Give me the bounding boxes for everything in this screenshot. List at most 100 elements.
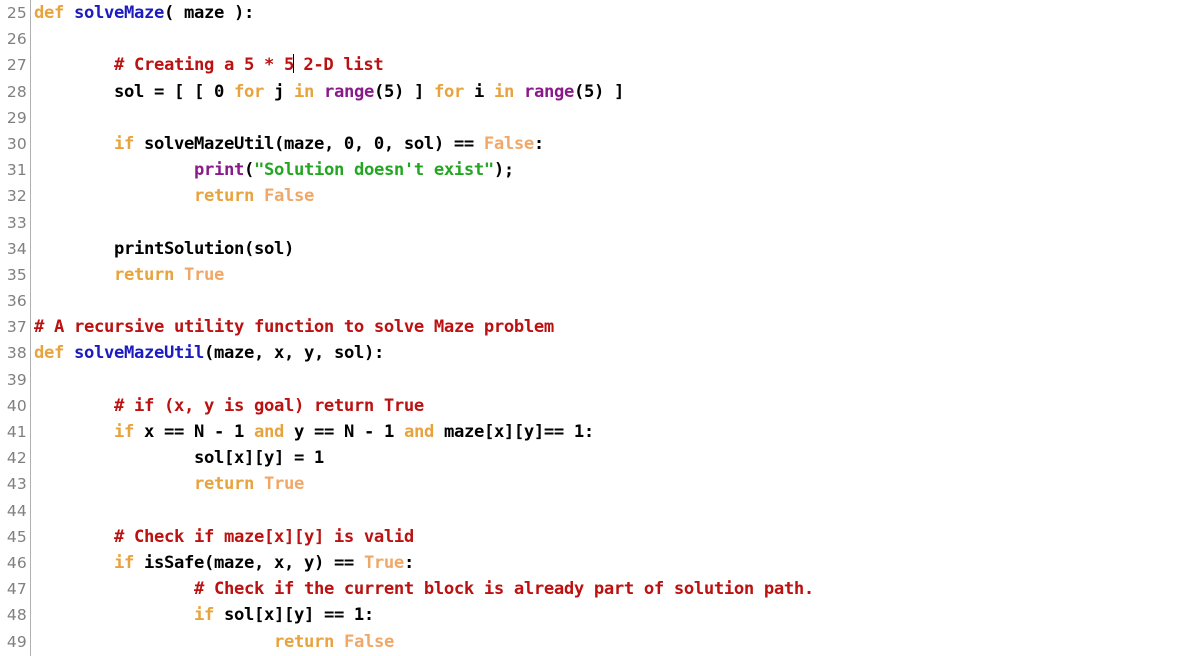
code-line[interactable]: if sol[x][y] == 1: (34, 602, 1200, 628)
line-number: 32 (6, 187, 27, 206)
code-line[interactable]: return True (34, 471, 1200, 497)
code-token-keyword: in (293, 81, 314, 102)
code-token-keyword: and (403, 422, 434, 442)
code-line[interactable]: # Check if maze[x][y] is valid (34, 524, 1200, 550)
code-token-builtin: range (323, 81, 374, 102)
line-number: 41 (6, 423, 27, 441)
code-token-plain: ( maze ): (163, 3, 254, 23)
code-line[interactable]: if isSafe(maze, x, y) == True: (34, 550, 1200, 576)
line-number: 36 (6, 292, 27, 311)
code-line[interactable]: print("Solution doesn't exist"); (34, 157, 1200, 183)
code-line[interactable]: # Check if the current block is already … (34, 576, 1200, 602)
code-line[interactable]: # if (x, y is goal) return True (34, 393, 1200, 419)
code-token-builtin: print (193, 160, 244, 181)
code-token-comment: # if (x, y is goal) return True (113, 395, 424, 416)
code-token-keyword: if (113, 552, 134, 573)
line-number-gutter: 25 26 27 28 29 30 31 32 33 34 35 36 37 38 39 40 41 42 43 44… (0, 0, 31, 656)
code-line[interactable]: if solveMazeUtil(maze, 0, 0, sol) == Fal… (34, 131, 1200, 157)
line-number: 45 (6, 527, 27, 546)
code-token-keyword: if (113, 133, 134, 154)
code-token-comment: 2-D list (293, 55, 384, 76)
line-number: 39 (6, 370, 27, 389)
code-line[interactable] (34, 498, 1200, 524)
line-number: 26 (6, 30, 27, 49)
code-line[interactable]: if x == N - 1 and y == N - 1 and maze[x]… (34, 419, 1200, 445)
code-line[interactable] (34, 367, 1200, 393)
code-editor[interactable]: 25 26 27 28 29 30 31 32 33 34 35 36 37 38 39 40 41 42 43 44… (0, 0, 1200, 656)
line-number: 44 (6, 501, 27, 520)
code-line[interactable]: def solveMaze( maze ): (34, 0, 1200, 26)
line-number: 40 (6, 396, 27, 415)
line-number: 43 (6, 475, 27, 494)
code-token-defname: solveMazeUtil (74, 343, 204, 364)
code-token-keyword: in (493, 81, 514, 102)
code-token-plain: sol[x][y] == 1: (213, 605, 374, 626)
code-content-area[interactable]: def solveMaze( maze ): # Creating a 5 * … (31, 0, 1200, 656)
code-line[interactable]: printSolution(sol) (34, 236, 1200, 262)
line-number: 42 (6, 449, 27, 468)
code-token-keyword: for (433, 81, 464, 102)
line-number: 46 (6, 553, 27, 572)
code-token-keyword: if (193, 605, 214, 626)
code-token-keyword: and (253, 422, 284, 442)
line-number: 34 (6, 239, 27, 258)
line-number: 48 (6, 606, 27, 625)
code-line[interactable] (34, 26, 1200, 52)
code-token-keyword: def (34, 343, 64, 364)
code-line[interactable]: # A recursive utility function to solve … (34, 314, 1200, 340)
code-token-defname: solveMaze (74, 3, 164, 23)
code-token-plain: sol[x][y] = 1 (34, 448, 324, 469)
line-number: 29 (6, 108, 27, 127)
code-line[interactable]: return False (34, 183, 1200, 209)
code-token-boolean: False (343, 631, 394, 652)
code-token-keyword: return (273, 631, 334, 652)
code-token-boolean: False (483, 133, 534, 154)
code-token-keyword: return (113, 264, 174, 285)
code-token-builtin: range (523, 81, 574, 102)
code-token-keyword: return (193, 186, 254, 207)
code-token-comment: # A recursive utility function to solve … (34, 317, 554, 338)
code-token-boolean: True (363, 552, 404, 573)
line-number: 49 (6, 632, 27, 651)
code-token-plain: (maze, x, y, sol): (203, 343, 384, 364)
code-token-boolean: False (263, 186, 314, 207)
code-token-plain: j (263, 81, 294, 102)
code-token-plain: ); (493, 160, 514, 181)
line-number: 37 (6, 318, 27, 337)
code-token-string: "Solution doesn't exist" (253, 160, 494, 181)
code-line[interactable]: def solveMazeUtil(maze, x, y, sol): (34, 340, 1200, 366)
code-token-keyword: for (233, 81, 264, 102)
line-number: 47 (6, 580, 27, 599)
line-number: 27 (6, 56, 27, 75)
code-token-plain: sol = [ [ 0 (34, 81, 234, 102)
code-token-comment: # Check if the current block is already … (193, 579, 814, 600)
code-token-plain: ( (243, 160, 254, 181)
line-number: 28 (6, 82, 27, 101)
code-token-plain: (5) ] (573, 81, 624, 102)
code-line[interactable]: # Creating a 5 * 5 2-D list (34, 52, 1200, 78)
code-line[interactable] (34, 210, 1200, 236)
code-token-plain: x == N - 1 (133, 422, 254, 442)
code-token-plain: solveMazeUtil(maze, 0, 0, sol) == (133, 133, 484, 154)
code-line[interactable]: sol = [ [ 0 for j in range(5) ] for i in… (34, 79, 1200, 105)
code-line[interactable]: sol[x][y] = 1 (34, 445, 1200, 471)
code-line[interactable]: return True (34, 262, 1200, 288)
line-number: 33 (6, 213, 27, 232)
code-line[interactable] (34, 288, 1200, 314)
code-line[interactable]: return False (34, 629, 1200, 655)
code-line[interactable] (34, 105, 1200, 131)
